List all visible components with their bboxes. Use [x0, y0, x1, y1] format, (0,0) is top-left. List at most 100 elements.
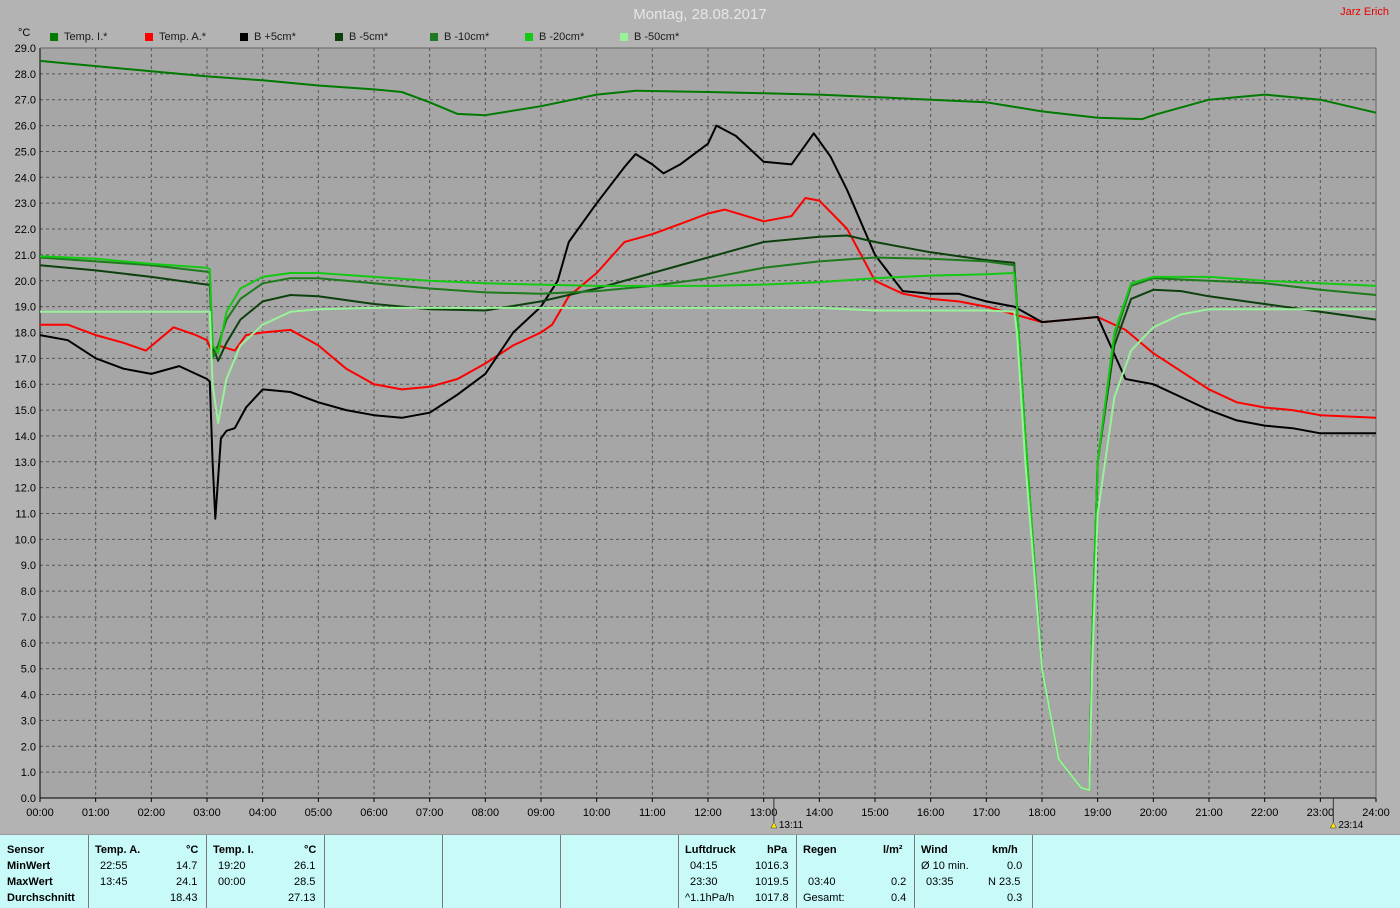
legend-swatch — [50, 33, 58, 41]
label-min: MinWert — [7, 860, 51, 872]
pressure-header: Luftdruck — [685, 844, 736, 856]
y-tick-label: 17.0 — [15, 353, 36, 365]
y-tick-label: 15.0 — [15, 405, 36, 417]
y-tick-label: 19.0 — [15, 302, 36, 314]
y-tick-label: 4.0 — [21, 690, 36, 702]
x-tick-label: 15:00 — [861, 807, 889, 819]
y-tick-label: 2.0 — [21, 741, 36, 753]
sun-marker-icon — [770, 821, 778, 829]
wind-header: Wind — [921, 844, 948, 856]
y-tick-label: 16.0 — [15, 379, 36, 391]
x-tick-label: 19:00 — [1084, 807, 1112, 819]
table-divider — [206, 835, 207, 908]
temp-a-unit: °C — [186, 844, 199, 856]
y-axis-unit: °C — [18, 27, 31, 39]
table-divider — [1032, 835, 1033, 908]
table-divider — [560, 835, 561, 908]
table-divider — [914, 835, 915, 908]
y-tick-label: 3.0 — [21, 715, 36, 727]
x-tick-label: 12:00 — [694, 807, 722, 819]
x-tick-label: 14:00 — [806, 807, 834, 819]
pressure-avg: 1017.8 — [755, 892, 789, 904]
x-tick-label: 08:00 — [472, 807, 500, 819]
x-tick-label: 24:00 — [1362, 807, 1390, 819]
x-tick-label: 07:00 — [416, 807, 444, 819]
wind-max-value: N 23.5 — [988, 876, 1021, 888]
legend-swatch — [525, 33, 533, 41]
wind-min-label: Ø 10 min. — [921, 860, 969, 872]
legend-label: B -20cm* — [539, 31, 585, 43]
y-tick-label: 27.0 — [15, 95, 36, 107]
y-tick-label: 22.0 — [15, 224, 36, 236]
temp-i-max-time: 00:00 — [218, 876, 246, 888]
label-max: MaxWert — [7, 876, 53, 888]
table-divider — [442, 835, 443, 908]
table-divider — [324, 835, 325, 908]
table-divider — [88, 835, 89, 908]
y-tick-label: 7.0 — [21, 612, 36, 624]
x-tick-label: 16:00 — [917, 807, 945, 819]
y-tick-label: 9.0 — [21, 560, 36, 572]
y-tick-label: 12.0 — [15, 483, 36, 495]
pressure-trend: ^1.1hPa/h — [685, 892, 735, 904]
chart-plot: 0.0 1.0 2.0 3.0 4.0 5.0 6.0 7.0 8.0 9.0 10.0 11.0 12… — [15, 43, 1390, 831]
temp-i-max-value: 28.5 — [294, 876, 316, 888]
temp-i-unit: °C — [304, 844, 317, 856]
y-tick-label: 28.0 — [15, 69, 36, 81]
y-tick-label: 11.0 — [15, 509, 36, 521]
y-tick-label: 6.0 — [21, 638, 36, 650]
x-tick-label: 22:00 — [1251, 807, 1279, 819]
legend-swatch — [335, 33, 343, 41]
temp-a-max-time: 13:45 — [100, 876, 128, 888]
legend-label: Temp. A.* — [159, 31, 207, 43]
y-tick-label: 14.0 — [15, 431, 36, 443]
legend-label: Temp. I.* — [64, 31, 108, 43]
chart-area: 0.0 1.0 2.0 3.0 4.0 5.0 6.0 7.0 8.0 9.0 10.0 11.0 12… — [0, 0, 1400, 834]
temp-i-header: Temp. I. — [213, 844, 254, 856]
y-tick-label: 13.0 — [15, 457, 36, 469]
y-tick-label: 25.0 — [15, 146, 36, 158]
y-tick-label: 1.0 — [21, 767, 36, 779]
label-avg: Durchschnitt — [7, 892, 75, 904]
temp-a-min-value: 14.7 — [176, 860, 198, 872]
pressure-min-value: 1016.3 — [755, 860, 789, 872]
time-marker-label: 23:14 — [1338, 820, 1363, 831]
x-tick-label: 13:00 — [750, 807, 778, 819]
x-tick-label: 02:00 — [138, 807, 166, 819]
legend-label: B +5cm* — [254, 31, 296, 43]
pressure-max-time: 23:30 — [690, 876, 718, 888]
x-tick-label: 05:00 — [305, 807, 333, 819]
rain-max-time: 03:40 — [808, 876, 836, 888]
temp-i-min-time: 19:20 — [218, 860, 246, 872]
temp-a-max-value: 24.1 — [176, 876, 198, 888]
chart-title: Montag, 28.08.2017 — [633, 6, 767, 23]
x-tick-label: 03:00 — [193, 807, 221, 819]
x-tick-label: 06:00 — [360, 807, 388, 819]
y-tick-label: 5.0 — [21, 664, 36, 676]
wind-avg: 0.3 — [1007, 892, 1023, 904]
x-tick-label: 18:00 — [1028, 807, 1056, 819]
y-tick-label: 26.0 — [15, 121, 36, 133]
time-marker-label: 13:11 — [779, 820, 804, 831]
temp-a-avg: 18.43 — [170, 892, 198, 904]
y-tick-label: 24.0 — [15, 172, 36, 184]
pressure-max-value: 1019.5 — [755, 876, 789, 888]
table-divider — [678, 835, 679, 908]
rain-unit: l/m² — [883, 844, 903, 856]
table-divider — [796, 835, 797, 908]
pressure-unit: hPa — [767, 844, 788, 856]
wind-max-time: 03:35 — [926, 876, 954, 888]
temp-i-avg: 27.13 — [288, 892, 316, 904]
y-tick-label: 18.0 — [15, 327, 36, 339]
rain-total-label: Gesamt: — [803, 892, 845, 904]
x-tick-label: 10:00 — [583, 807, 611, 819]
y-tick-label: 23.0 — [15, 198, 36, 210]
pressure-min-time: 04:15 — [690, 860, 718, 872]
x-tick-label: 21:00 — [1195, 807, 1223, 819]
temp-i-min-value: 26.1 — [294, 860, 316, 872]
x-tick-label: 17:00 — [973, 807, 1001, 819]
legend-item: Temp. A.* — [145, 31, 206, 43]
y-tick-label: 8.0 — [21, 586, 36, 598]
legend-label: B -50cm* — [634, 31, 680, 43]
rain-header: Regen — [803, 844, 837, 856]
